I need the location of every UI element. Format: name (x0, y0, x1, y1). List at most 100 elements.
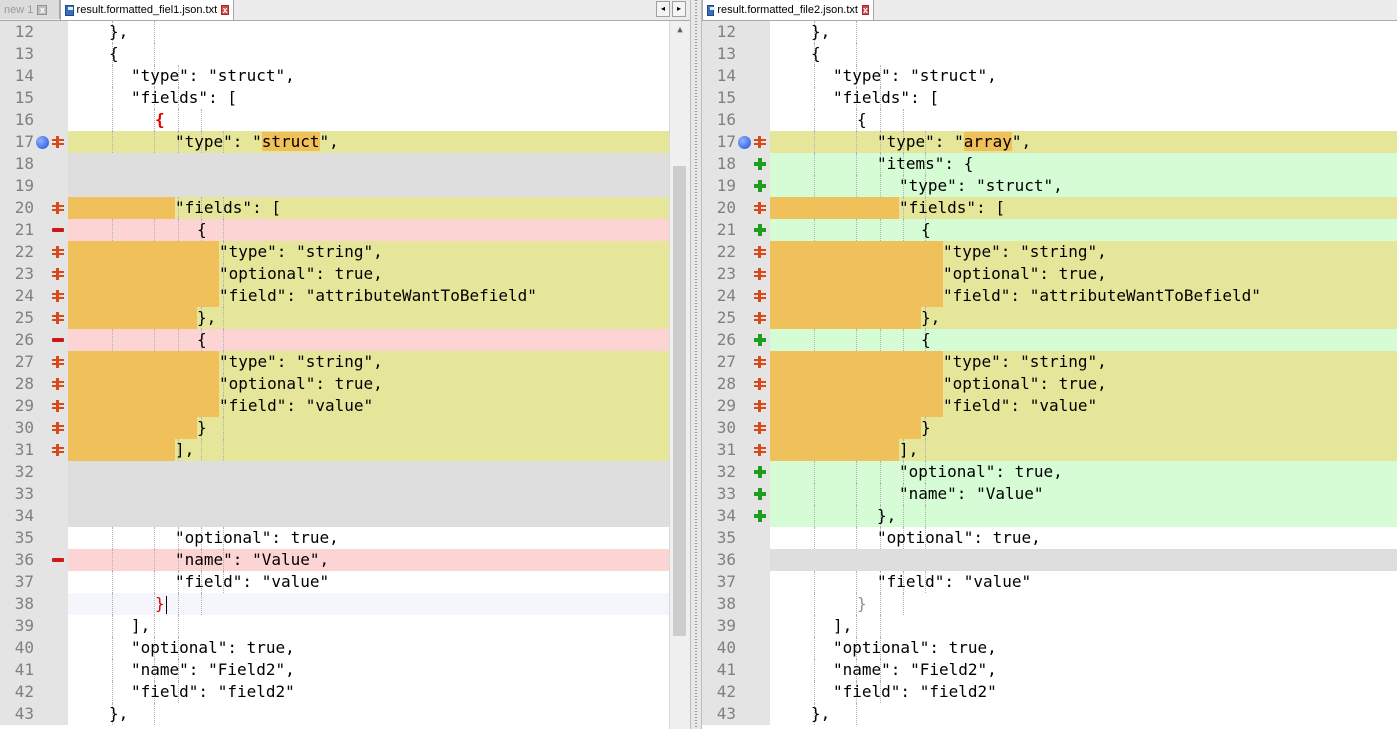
code-line[interactable]: 36 "name": "Value", (0, 549, 690, 571)
code-text-area[interactable]: "type": "struct", (770, 175, 1397, 197)
code-line[interactable]: 13 { (702, 43, 1397, 65)
code-text-area[interactable]: "name": "Field2", (68, 659, 690, 681)
code-line[interactable]: 41 "name": "Field2", (0, 659, 690, 681)
code-line[interactable]: 37 "field": "value" (0, 571, 690, 593)
code-text-area[interactable]: ], (68, 439, 690, 461)
code-line[interactable]: 14 "type": "struct", (702, 65, 1397, 87)
code-line[interactable]: 19 "type": "struct", (702, 175, 1397, 197)
code-text-area[interactable]: "field": "value" (770, 395, 1397, 417)
code-line[interactable]: 23 "optional": true, (702, 263, 1397, 285)
code-text-area[interactable]: "items": { (770, 153, 1397, 175)
left-vertical-scrollbar[interactable]: ▲ (669, 21, 690, 729)
code-line[interactable]: 35 "optional": true, (702, 527, 1397, 549)
code-line[interactable]: 27 "type": "string", (702, 351, 1397, 373)
code-text-area[interactable]: { (770, 329, 1397, 351)
code-text-area[interactable]: }, (68, 703, 690, 725)
code-text-area[interactable]: "name": "Value", (68, 549, 690, 571)
code-text-area[interactable]: { (68, 109, 690, 131)
code-line[interactable]: 42 "field": "field2" (0, 681, 690, 703)
tab-scroll-right-button[interactable]: ▸ (672, 1, 686, 17)
tab-result-formatted-file2[interactable]: result.formatted_file2.json.txt x (702, 0, 874, 20)
code-line[interactable]: 29 "field": "value" (0, 395, 690, 417)
code-line[interactable]: 34}, (702, 505, 1397, 527)
code-line[interactable]: 28 "optional": true, (702, 373, 1397, 395)
code-text-area[interactable]: "fields": [ (68, 197, 690, 219)
bookmark-marker-icon[interactable] (738, 136, 751, 149)
code-line[interactable]: 31], (702, 439, 1397, 461)
code-text-area[interactable]: "type": "string", (68, 351, 690, 373)
code-line[interactable]: 42 "field": "field2" (702, 681, 1397, 703)
code-text-area[interactable]: "field": "field2" (68, 681, 690, 703)
code-line[interactable]: 43}, (702, 703, 1397, 725)
code-line[interactable]: 31], (0, 439, 690, 461)
code-text-area[interactable]: { (68, 43, 690, 65)
code-line[interactable]: 15 "fields": [ (702, 87, 1397, 109)
code-line[interactable]: 30} (702, 417, 1397, 439)
code-text-area[interactable] (68, 175, 690, 197)
code-line[interactable]: 39], (0, 615, 690, 637)
code-text-area[interactable]: "optional": true, (770, 461, 1397, 483)
scroll-up-icon[interactable]: ▲ (670, 21, 690, 39)
code-text-area[interactable] (68, 483, 690, 505)
code-text-area[interactable]: "optional": true, (770, 527, 1397, 549)
tab-new-1[interactable]: new 1 x (0, 0, 60, 19)
code-text-area[interactable]: "name": "Field2", (770, 659, 1397, 681)
code-line[interactable]: 24 "field": "attributeWantToBefield" (702, 285, 1397, 307)
code-line[interactable]: 12}, (702, 21, 1397, 43)
code-line[interactable]: 33 (0, 483, 690, 505)
code-text-area[interactable]: "optional": true, (68, 527, 690, 549)
code-line[interactable]: 37 "field": "value" (702, 571, 1397, 593)
code-text-area[interactable]: "fields": [ (68, 87, 690, 109)
code-line[interactable]: 18 "items": { (702, 153, 1397, 175)
close-tab-icon[interactable]: x (221, 5, 229, 15)
code-line[interactable]: 38} (0, 593, 690, 615)
code-text-area[interactable] (68, 461, 690, 483)
code-line[interactable]: 17 "type": "struct", (0, 131, 690, 153)
code-line[interactable]: 20 "fields": [ (702, 197, 1397, 219)
code-line[interactable]: 25}, (0, 307, 690, 329)
code-text-area[interactable]: ], (68, 615, 690, 637)
code-text-area[interactable]: }, (68, 307, 690, 329)
code-text-area[interactable]: { (770, 43, 1397, 65)
code-line[interactable]: 35 "optional": true, (0, 527, 690, 549)
code-text-area[interactable] (770, 549, 1397, 571)
code-line[interactable]: 40 "optional": true, (702, 637, 1397, 659)
code-line[interactable]: 39], (702, 615, 1397, 637)
code-text-area[interactable]: { (770, 109, 1397, 131)
code-text-area[interactable]: "optional": true, (770, 263, 1397, 285)
code-line[interactable]: 28 "optional": true, (0, 373, 690, 395)
code-text-area[interactable]: "field": "attributeWantToBefield" (770, 285, 1397, 307)
code-line[interactable]: 19 (0, 175, 690, 197)
code-text-area[interactable]: "type": "string", (770, 351, 1397, 373)
tab-scroll-left-button[interactable]: ◂ (656, 1, 670, 17)
code-text-area[interactable]: { (770, 219, 1397, 241)
scrollbar-thumb[interactable] (673, 166, 686, 636)
code-text-area[interactable]: } (68, 417, 690, 439)
code-text-area[interactable]: }, (68, 21, 690, 43)
code-line[interactable]: 27 "type": "string", (0, 351, 690, 373)
code-text-area[interactable]: "optional": true, (68, 637, 690, 659)
code-line[interactable]: 25}, (702, 307, 1397, 329)
code-line[interactable]: 34 (0, 505, 690, 527)
code-text-area[interactable]: } (68, 593, 690, 615)
code-text-area[interactable]: "type": "string", (770, 241, 1397, 263)
code-line[interactable]: 32 (0, 461, 690, 483)
left-editor[interactable]: 12}, 13{14 "type": "struct", 15 "fields": [1… (0, 21, 690, 729)
code-text-area[interactable]: "optional": true, (770, 373, 1397, 395)
code-text-area[interactable]: } (770, 417, 1397, 439)
code-text-area[interactable]: }, (770, 307, 1397, 329)
code-text-area[interactable]: "field": "value" (770, 571, 1397, 593)
code-line[interactable]: 15 "fields": [ (0, 87, 690, 109)
code-line[interactable]: 14 "type": "struct", (0, 65, 690, 87)
code-text-area[interactable]: "optional": true, (770, 637, 1397, 659)
code-line[interactable]: 23 "optional": true, (0, 263, 690, 285)
code-text-area[interactable]: "field": "value" (68, 571, 690, 593)
code-text-area[interactable]: { (68, 219, 690, 241)
code-text-area[interactable]: }, (770, 505, 1397, 527)
code-line[interactable]: 26 { (0, 329, 690, 351)
code-line[interactable]: 16 { (0, 109, 690, 131)
code-text-area[interactable] (68, 153, 690, 175)
code-line[interactable]: 21 { (0, 219, 690, 241)
code-text-area[interactable]: "type": "struct", (68, 65, 690, 87)
code-line[interactable]: 13 { (0, 43, 690, 65)
